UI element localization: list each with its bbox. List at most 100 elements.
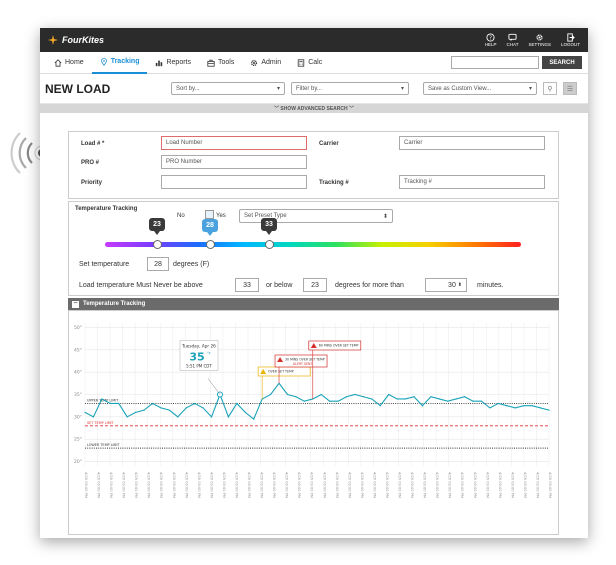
alert-text: 60 MINS OVER SET TEMP [319,344,359,348]
tab-admin[interactable]: Admin [242,52,289,74]
sort-dropdown-value: Sort by... [176,85,200,92]
tracking-number-label: Tracking # [319,180,349,186]
data-point [371,398,373,400]
data-point [354,393,356,396]
data-point [464,396,466,398]
x-tick-label: 4/26 09:00 PM [535,472,539,498]
save-view-dropdown[interactable]: Save as Custom View... ▾ [423,82,537,95]
page-header: NEW LOAD Sort by... ▾ Filter by... ▾ Save … [40,74,588,104]
data-point [286,393,289,396]
gear-icon [251,59,258,66]
x-tick-label: 4/26 09:00 PM [222,472,226,498]
brand-logo[interactable]: FourKites [48,35,104,45]
help-label: HELP [484,42,497,47]
chart-panel-title: Temperature Tracking [83,301,146,307]
data-point [472,400,474,402]
x-tick-label: 4/26 09:00 PM [372,472,376,498]
lower-limit-input[interactable]: 23 [303,278,327,292]
temperature-settings: Temperature Tracking No Yes Set Preset T… [68,201,559,296]
search-input[interactable] [451,56,539,69]
y-tick-label: 30° [74,414,82,420]
tooltip-day: Tuesday, Apr 26 [181,344,216,349]
data-point [109,402,111,405]
data-point [514,407,516,409]
data-point [404,398,407,400]
logout-label: LOGOUT [560,42,580,47]
high-temp-handle[interactable] [265,240,274,249]
x-tick-label: 4/26 09:00 PM [347,472,351,498]
advanced-search-toggle[interactable]: ﹀ SHOW ADVANCED SEARCH ﹀ [40,104,588,113]
tab-admin-label: Admin [261,59,282,66]
data-point [126,416,128,418]
collapse-icon[interactable]: − [72,300,79,308]
data-point [539,407,542,409]
data-point [84,411,86,413]
x-tick-label: 4/26 09:00 PM [134,472,138,498]
tab-reports[interactable]: Reports [147,52,199,74]
list-icon: ☰ [566,85,574,93]
home-icon [54,58,62,67]
data-point [506,405,508,407]
x-tick-label: 4/26 09:00 PM [84,472,88,498]
x-tick-label: 4/26 09:00 PM [109,472,113,498]
help-icon: ? [486,33,495,42]
chart-panel-header[interactable]: − Temperature Tracking [68,298,559,310]
set-temperature-input[interactable]: 28 [147,257,169,271]
list-view-button[interactable]: ☰ [563,82,577,95]
data-point [303,400,305,402]
data-point [497,402,499,405]
settings-button[interactable]: SETTINGS [528,33,551,47]
data-point [202,407,204,409]
logout-icon [567,33,575,42]
data-point [194,402,196,405]
tab-tracking[interactable]: Tracking [91,52,148,74]
data-point [118,402,120,405]
x-tick-label: 4/26 09:00 PM [448,472,452,498]
data-point [430,396,432,398]
x-tick-label: 4/26 09:00 PM [285,472,289,498]
carrier-input[interactable]: Carrier [399,136,545,150]
x-tick-label: 4/26 09:00 PM [172,472,176,498]
low-temp-handle[interactable] [153,240,162,249]
sort-dropdown[interactable]: Sort by... ▾ [171,82,285,95]
load-number-input[interactable]: Load Number [161,136,307,150]
pro-number-label: PRO # [81,160,100,166]
y-tick-label: 40° [74,370,82,376]
data-point [253,418,255,420]
tooltip-time: 5:51 PM CDT [186,364,212,369]
map-view-button[interactable]: ⚲ [543,82,557,95]
minutes-input[interactable]: 30 ⬍ [425,278,467,292]
x-tick-label: 4/26 09:00 PM [498,472,502,498]
set-temp-handle[interactable] [206,240,215,249]
yes-checkbox[interactable] [205,210,214,219]
temperature-series-line [84,382,550,420]
tracking-number-input[interactable]: Tracking # [399,175,545,189]
y-tick-label: 20° [74,459,82,465]
x-tick-label: 4/26 09:00 PM [260,472,264,498]
chat-button[interactable]: CHAT [507,33,518,47]
x-tick-label: 4/26 09:00 PM [423,472,427,498]
logout-button[interactable]: LOGOUT [561,33,580,47]
chevron-down-icon: ▾ [400,86,404,92]
tab-tools[interactable]: Tools [199,52,242,74]
y-tick-label: 25° [74,437,82,443]
temperature-spectrum-slider[interactable] [105,242,521,247]
upper-limit-input[interactable]: 33 [235,278,259,292]
filter-dropdown[interactable]: Filter by... ▾ [291,82,409,95]
tab-reports-label: Reports [166,59,191,66]
set-temperature-label: Set temperature [79,261,130,268]
tab-home[interactable]: Home [46,52,92,74]
pro-number-input[interactable]: PRO Number [161,155,307,169]
chevron-down-icon: ﹀ [347,106,354,112]
x-tick-label: 4/26 09:00 PM [122,472,126,498]
x-tick-label: 4/26 09:00 PM [360,472,364,498]
data-point [489,407,491,409]
data-point [92,416,95,418]
help-button[interactable]: ? HELP [485,33,497,47]
tab-calc[interactable]: Calc [289,52,330,74]
x-tick-label: 4/26 09:00 PM [460,472,464,498]
advanced-search-label: SHOW ADVANCED SEARCH [280,105,348,112]
y-tick-label: 45° [74,347,82,353]
search-button[interactable]: SEARCH [542,56,582,69]
priority-input[interactable] [161,175,307,189]
